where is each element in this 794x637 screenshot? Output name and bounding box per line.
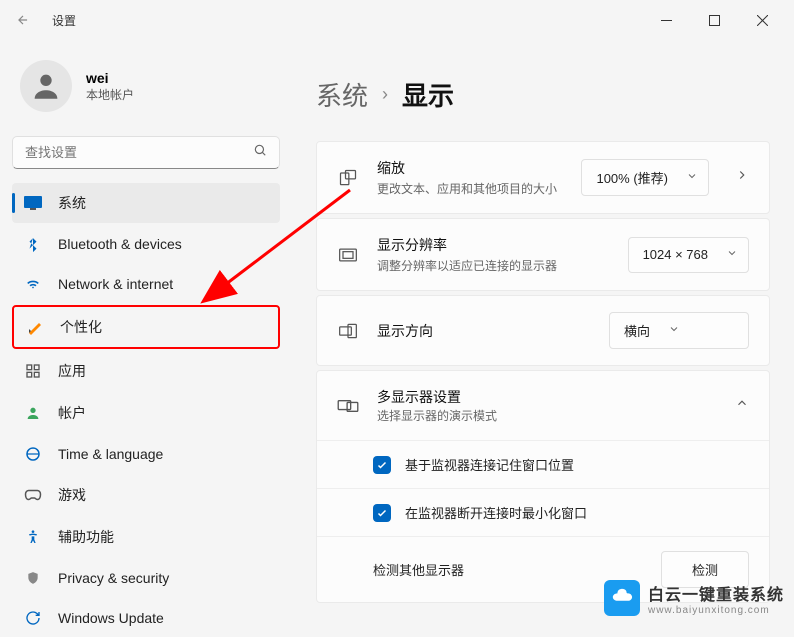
detect-label: 检测其他显示器 xyxy=(373,560,464,579)
multi-display-section: 多显示器设置 选择显示器的演示模式 基于监视器连接记住窗口位置 在监视器 xyxy=(316,370,770,603)
section-desc: 选择显示器的演示模式 xyxy=(377,407,717,424)
user-section[interactable]: wei 本地帐户 xyxy=(12,48,280,132)
resolution-icon xyxy=(337,244,359,266)
search-input[interactable] xyxy=(25,145,253,160)
time-language-icon xyxy=(24,445,42,463)
sidebar-item-bluetooth[interactable]: Bluetooth & devices xyxy=(12,225,280,263)
checkbox-checked[interactable] xyxy=(373,456,391,474)
sidebar-item-label: 应用 xyxy=(58,361,86,381)
accessibility-icon xyxy=(24,528,42,546)
scale-icon xyxy=(337,167,359,189)
chevron-down-icon xyxy=(726,246,738,264)
bluetooth-icon xyxy=(24,235,42,253)
sidebar-item-accessibility[interactable]: 辅助功能 xyxy=(12,517,280,557)
chevron-right-icon[interactable] xyxy=(735,168,749,187)
sidebar-item-label: Windows Update xyxy=(58,610,164,626)
personalization-icon xyxy=(26,318,44,336)
orientation-card: 显示方向 横向 xyxy=(316,295,770,366)
privacy-icon xyxy=(24,569,42,587)
windows-update-icon xyxy=(24,609,42,627)
orientation-text: 显示方向 xyxy=(377,321,591,341)
search-box[interactable] xyxy=(12,136,280,169)
select-value: 100% (推荐) xyxy=(596,168,668,187)
sidebar-item-label: Time & language xyxy=(58,446,163,462)
sidebar-item-apps[interactable]: 应用 xyxy=(12,351,280,391)
minimize-button[interactable] xyxy=(654,8,678,32)
back-button[interactable] xyxy=(8,5,38,35)
sidebar-item-personalization[interactable]: 个性化 xyxy=(12,305,280,349)
select-value: 横向 xyxy=(624,321,650,340)
remember-position-row[interactable]: 基于监视器连接记住窗口位置 xyxy=(317,440,769,488)
sidebar-item-label: 系统 xyxy=(58,193,86,213)
scale-text: 缩放 更改文本、应用和其他项目的大小 xyxy=(377,158,563,197)
breadcrumb-current: 显示 xyxy=(402,76,454,113)
breadcrumb-parent[interactable]: 系统 xyxy=(316,76,368,113)
system-icon xyxy=(24,194,42,212)
window-title: 设置 xyxy=(52,12,76,29)
checkbox-label: 在监视器断开连接时最小化窗口 xyxy=(405,503,587,522)
multi-display-icon xyxy=(337,395,359,417)
sidebar-item-time-language[interactable]: Time & language xyxy=(12,435,280,473)
multi-display-header[interactable]: 多显示器设置 选择显示器的演示模式 xyxy=(317,371,769,440)
watermark-sub: www.baiyunxitong.com xyxy=(648,605,784,616)
sidebar-item-label: 帐户 xyxy=(58,403,86,423)
apps-icon xyxy=(24,362,42,380)
sidebar-item-label: 个性化 xyxy=(60,317,102,337)
main-layout: wei 本地帐户 系统 Bluetooth & devices xyxy=(0,40,794,626)
resolution-card: 显示分辨率 调整分辨率以适应已连接的显示器 1024 × 768 xyxy=(316,218,770,291)
scale-select[interactable]: 100% (推荐) xyxy=(581,159,709,196)
card-desc: 调整分辨率以适应已连接的显示器 xyxy=(377,257,610,274)
card-title: 缩放 xyxy=(377,158,563,178)
user-type: 本地帐户 xyxy=(86,86,134,103)
sidebar: wei 本地帐户 系统 Bluetooth & devices xyxy=(0,40,292,626)
select-value: 1024 × 768 xyxy=(643,247,708,262)
resolution-text: 显示分辨率 调整分辨率以适应已连接的显示器 xyxy=(377,235,610,274)
sidebar-item-label: Bluetooth & devices xyxy=(58,236,182,252)
search-icon xyxy=(253,143,267,162)
section-title: 多显示器设置 xyxy=(377,387,717,407)
breadcrumb: 系统 › 显示 xyxy=(316,76,770,113)
sidebar-item-label: Network & internet xyxy=(58,276,173,292)
sidebar-item-label: Privacy & security xyxy=(58,570,169,586)
card-title: 显示分辨率 xyxy=(377,235,610,255)
gaming-icon xyxy=(24,486,42,504)
watermark-main: 白云一键重装系统 xyxy=(648,581,784,605)
sidebar-item-gaming[interactable]: 游戏 xyxy=(12,475,280,515)
watermark: 白云一键重装系统 www.baiyunxitong.com xyxy=(604,580,784,616)
orientation-select[interactable]: 横向 xyxy=(609,312,749,349)
chevron-down-icon xyxy=(668,322,680,340)
card-title: 显示方向 xyxy=(377,321,591,341)
close-button[interactable] xyxy=(750,8,774,32)
card-desc: 更改文本、应用和其他项目的大小 xyxy=(377,180,563,197)
content-area: 系统 › 显示 缩放 更改文本、应用和其他项目的大小 100% (推荐) xyxy=(292,40,794,626)
sidebar-item-system[interactable]: 系统 xyxy=(12,183,280,223)
window-controls xyxy=(654,8,786,32)
network-icon xyxy=(24,275,42,293)
chevron-right-icon: › xyxy=(382,84,388,105)
avatar xyxy=(20,60,72,112)
sidebar-item-privacy[interactable]: Privacy & security xyxy=(12,559,280,597)
scale-card[interactable]: 缩放 更改文本、应用和其他项目的大小 100% (推荐) xyxy=(316,141,770,214)
titlebar: 设置 xyxy=(0,0,794,40)
accounts-icon xyxy=(24,404,42,422)
sidebar-item-windows-update[interactable]: Windows Update xyxy=(12,599,280,637)
chevron-up-icon[interactable] xyxy=(735,396,749,415)
multi-display-text: 多显示器设置 选择显示器的演示模式 xyxy=(377,387,717,424)
user-info: wei 本地帐户 xyxy=(86,70,134,103)
minimize-on-disconnect-row[interactable]: 在监视器断开连接时最小化窗口 xyxy=(317,488,769,536)
watermark-logo-icon xyxy=(604,580,640,616)
chevron-down-icon xyxy=(686,169,698,187)
sidebar-item-network[interactable]: Network & internet xyxy=(12,265,280,303)
maximize-button[interactable] xyxy=(702,8,726,32)
resolution-select[interactable]: 1024 × 768 xyxy=(628,237,749,273)
username: wei xyxy=(86,70,134,86)
orientation-icon xyxy=(337,320,359,342)
checkbox-checked[interactable] xyxy=(373,504,391,522)
watermark-text: 白云一键重装系统 www.baiyunxitong.com xyxy=(648,581,784,616)
checkbox-label: 基于监视器连接记住窗口位置 xyxy=(405,455,574,474)
sidebar-item-label: 辅助功能 xyxy=(58,527,114,547)
sidebar-item-label: 游戏 xyxy=(58,485,86,505)
sidebar-item-accounts[interactable]: 帐户 xyxy=(12,393,280,433)
